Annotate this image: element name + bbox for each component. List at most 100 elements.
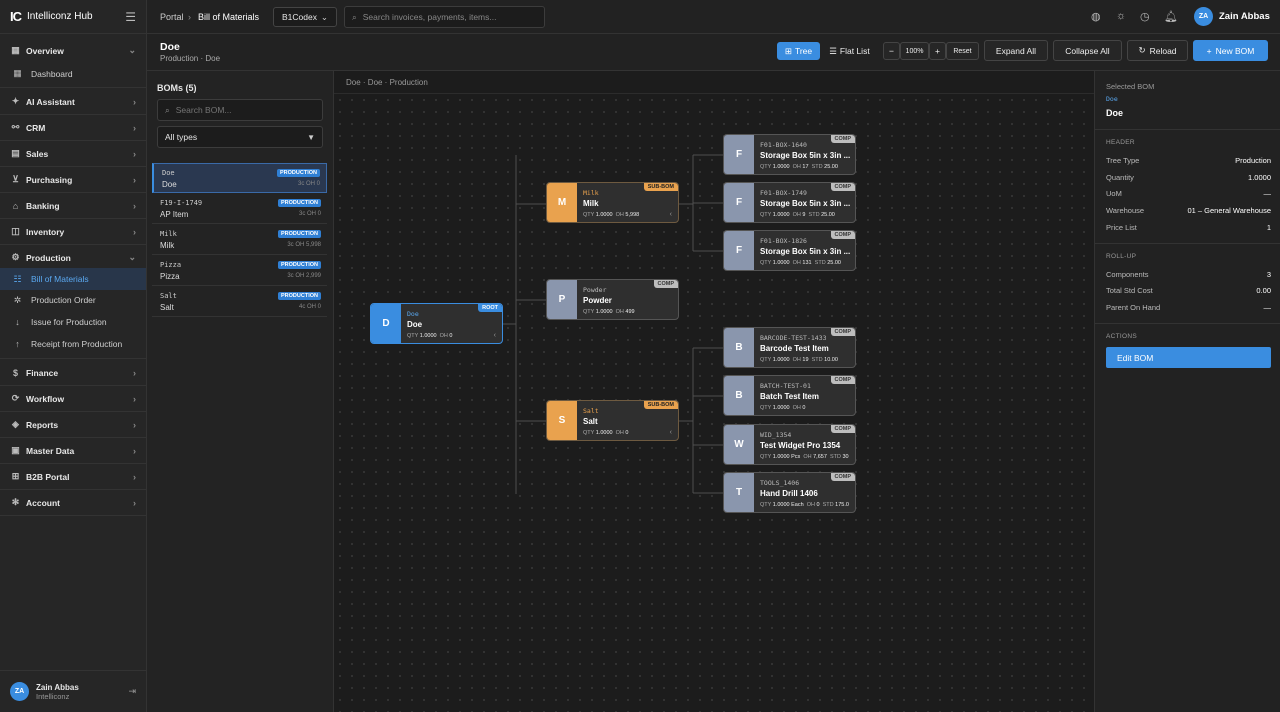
oh-label: OH	[792, 164, 801, 170]
detail-key: Parent On Hand	[1106, 303, 1161, 312]
oh-label: OH	[439, 333, 448, 339]
collapse-icon[interactable]: ‹	[670, 211, 672, 218]
global-search[interactable]: ⌕	[344, 6, 545, 28]
nav-item-production-order[interactable]: ✲ Production Order	[0, 289, 146, 311]
tree-node-root[interactable]: D Doe Doe QTY 1.0000 OH 0 ROOT ‹	[370, 303, 503, 344]
dollar-icon: $	[12, 367, 18, 378]
bom-search-input[interactable]	[175, 105, 316, 115]
nav-group-finance[interactable]: $ Finance ›	[0, 360, 146, 385]
bom-code: Milk	[160, 230, 177, 238]
detail-row: Total Std Cost 0.00	[1106, 286, 1271, 295]
bom-list-item[interactable]: Salt Salt PRODUCTION 4c OH 0	[152, 287, 327, 317]
collapse-icon[interactable]: ‹	[670, 429, 672, 436]
avatar[interactable]: ZA	[10, 682, 29, 701]
nav-item-dashboard[interactable]: ▦ Dashboard	[0, 61, 146, 86]
nav-group-inventory[interactable]: ◫ Inventory ›	[0, 219, 146, 244]
logout-icon[interactable]: ⇥	[128, 686, 136, 697]
node-meta: QTY 1.0000 OH 131 STD 25.00	[760, 260, 841, 266]
menu-toggle-icon[interactable]: ☰	[125, 10, 136, 24]
tree-node-component[interactable]: T TOOLS_1406 Hand Drill 1406 QTY 1.0000 …	[723, 472, 856, 513]
qty-label: QTY	[760, 164, 772, 170]
node-tag: COMP	[830, 328, 855, 336]
nav-group-sales[interactable]: ▤ Sales ›	[0, 141, 146, 166]
edit-bom-button[interactable]: Edit BOM	[1106, 347, 1271, 368]
box-icon: ◫	[11, 226, 20, 236]
nav-group-banking[interactable]: ⌂ Banking ›	[0, 193, 146, 218]
node-code: F01-BOX-1640	[760, 141, 807, 149]
zoom-in-button[interactable]: +	[929, 42, 946, 60]
bom-code: Pizza	[160, 261, 182, 269]
handshake-icon: ⚯	[11, 122, 20, 132]
node-meta: QTY 1.0000 OH 0	[760, 405, 805, 411]
node-meta: QTY 1.0000 OH 5,998	[583, 212, 639, 218]
node-avatar: S	[547, 401, 577, 440]
nav-item-receipt-from-production[interactable]: ↑ Receipt from Production	[0, 333, 146, 355]
qty-label: QTY	[760, 260, 772, 266]
tree-node-component[interactable]: B BARCODE-TEST-1433 Barcode Test Item QT…	[723, 327, 856, 368]
bom-name: Doe	[162, 180, 177, 189]
nav-group-account[interactable]: ✻ Account ›	[0, 490, 146, 515]
bom-list-item[interactable]: F19-I-1749 AP Item PRODUCTION 3c OH 0	[152, 194, 327, 224]
tree-node-component[interactable]: F F01-BOX-1749 Storage Box 5in x 3in ...…	[723, 182, 856, 223]
flat-list-button[interactable]: ☰ Flat List	[823, 42, 876, 60]
company-select[interactable]: B1Codex ⌄	[273, 7, 337, 27]
bell-icon[interactable]: 🔔︎	[1164, 10, 1178, 23]
user-menu[interactable]: ZA Zain Abbas	[1194, 7, 1270, 26]
bom-list-item[interactable]: Doe Doe PRODUCTION 3c OH 0	[152, 163, 327, 193]
zoom-out-button[interactable]: −	[883, 42, 900, 60]
bom-name: Pizza	[160, 272, 180, 281]
zoom-level: 100%	[900, 42, 929, 60]
tree-node-component[interactable]: B BATCH-TEST-01 Batch Test Item QTY 1.00…	[723, 375, 856, 416]
bom-type-filter[interactable]: All types ▼	[157, 126, 323, 148]
expand-all-button[interactable]: Expand All	[984, 40, 1048, 61]
detail-row: Components 3	[1106, 270, 1271, 279]
tree-node-component[interactable]: F F01-BOX-1826 Storage Box 5in x 3in ...…	[723, 230, 856, 271]
tree-node-component[interactable]: F F01-BOX-1640 Storage Box 5in x 3in ...…	[723, 134, 856, 175]
qty-label: QTY	[583, 430, 595, 436]
zoom-reset-button[interactable]: Reset	[946, 42, 979, 60]
nav-group-purchasing[interactable]: ⊻ Purchasing ›	[0, 167, 146, 192]
nav-group-master-data[interactable]: ▣ Master Data ›	[0, 438, 146, 463]
globe-icon[interactable]: ◍	[1091, 10, 1101, 23]
node-title: Hand Drill 1406	[760, 489, 818, 498]
qty-value: 1.0000	[595, 309, 613, 315]
tree-node-salt[interactable]: S Salt Salt QTY 1.0000 OH 0 SUB-BOM ‹	[546, 400, 679, 441]
global-search-input[interactable]	[362, 12, 533, 22]
portal-icon: ⊞	[11, 471, 20, 481]
sun-icon[interactable]: ☼	[1116, 10, 1126, 22]
nav-item-issue-for-production[interactable]: ↓ Issue for Production	[0, 311, 146, 333]
node-title: Milk	[583, 199, 599, 208]
breadcrumb-root[interactable]: Portal	[160, 12, 184, 22]
node-code: Powder	[583, 286, 607, 294]
bom-list-item[interactable]: Pizza Pizza PRODUCTION 3c OH 2,999	[152, 256, 327, 286]
bom-search[interactable]: ⌕	[157, 99, 323, 121]
collapse-all-button[interactable]: Collapse All	[1053, 40, 1122, 61]
bom-tree-canvas[interactable]: Doe · Doe · Production D Doe Doe QTY 1.0…	[334, 71, 1094, 712]
tree-node-component[interactable]: W WID_1354 Test Widget Pro 1354 QTY 1.00…	[723, 424, 856, 465]
nav-group-label: Workflow	[26, 393, 65, 404]
tree-view-button[interactable]: ⊞ Tree	[777, 42, 820, 60]
bom-meta: 3c OH 2,999	[287, 273, 321, 279]
qty-label: QTY	[760, 357, 772, 363]
nav-group-workflow[interactable]: ⟳ Workflow ›	[0, 386, 146, 411]
nav-group-label: Purchasing	[26, 174, 73, 185]
reload-button[interactable]: ↻ Reload	[1127, 40, 1188, 61]
oh-value: 9	[802, 212, 806, 218]
collapse-icon[interactable]: ‹	[494, 332, 496, 339]
tree-node-powder[interactable]: P Powder Powder QTY 1.0000 OH 499 COMP	[546, 279, 679, 320]
nav-item-bill-of-materials[interactable]: ☷ Bill of Materials	[0, 268, 146, 290]
nav-group-reports[interactable]: ◈ Reports ›	[0, 412, 146, 437]
nav-group-overview[interactable]: ▦ Overview ⌄	[0, 38, 146, 63]
nav-group-b2b-portal[interactable]: ⊞ B2B Portal ›	[0, 464, 146, 489]
nav-group-crm[interactable]: ⚯ CRM ›	[0, 115, 146, 140]
std-label: STD	[814, 260, 826, 266]
new-bom-button[interactable]: + New BOM	[1193, 40, 1268, 61]
breadcrumb-separator: ›	[188, 12, 191, 22]
bom-list-item[interactable]: Milk Milk PRODUCTION 3c OH 5,998	[152, 225, 327, 255]
tree-node-milk[interactable]: M Milk Milk QTY 1.0000 OH 5,998 SUB-BOM …	[546, 182, 679, 223]
user-name: Zain Abbas	[1219, 11, 1270, 22]
nav-group-production[interactable]: ⚙ Production ⌄	[0, 245, 146, 270]
clock-icon[interactable]: ◷	[1140, 10, 1150, 23]
nav-group-ai-assistant[interactable]: ✦ AI Assistant ›	[0, 89, 146, 114]
node-meta: QTY 1.0000 OH 0	[583, 430, 628, 436]
